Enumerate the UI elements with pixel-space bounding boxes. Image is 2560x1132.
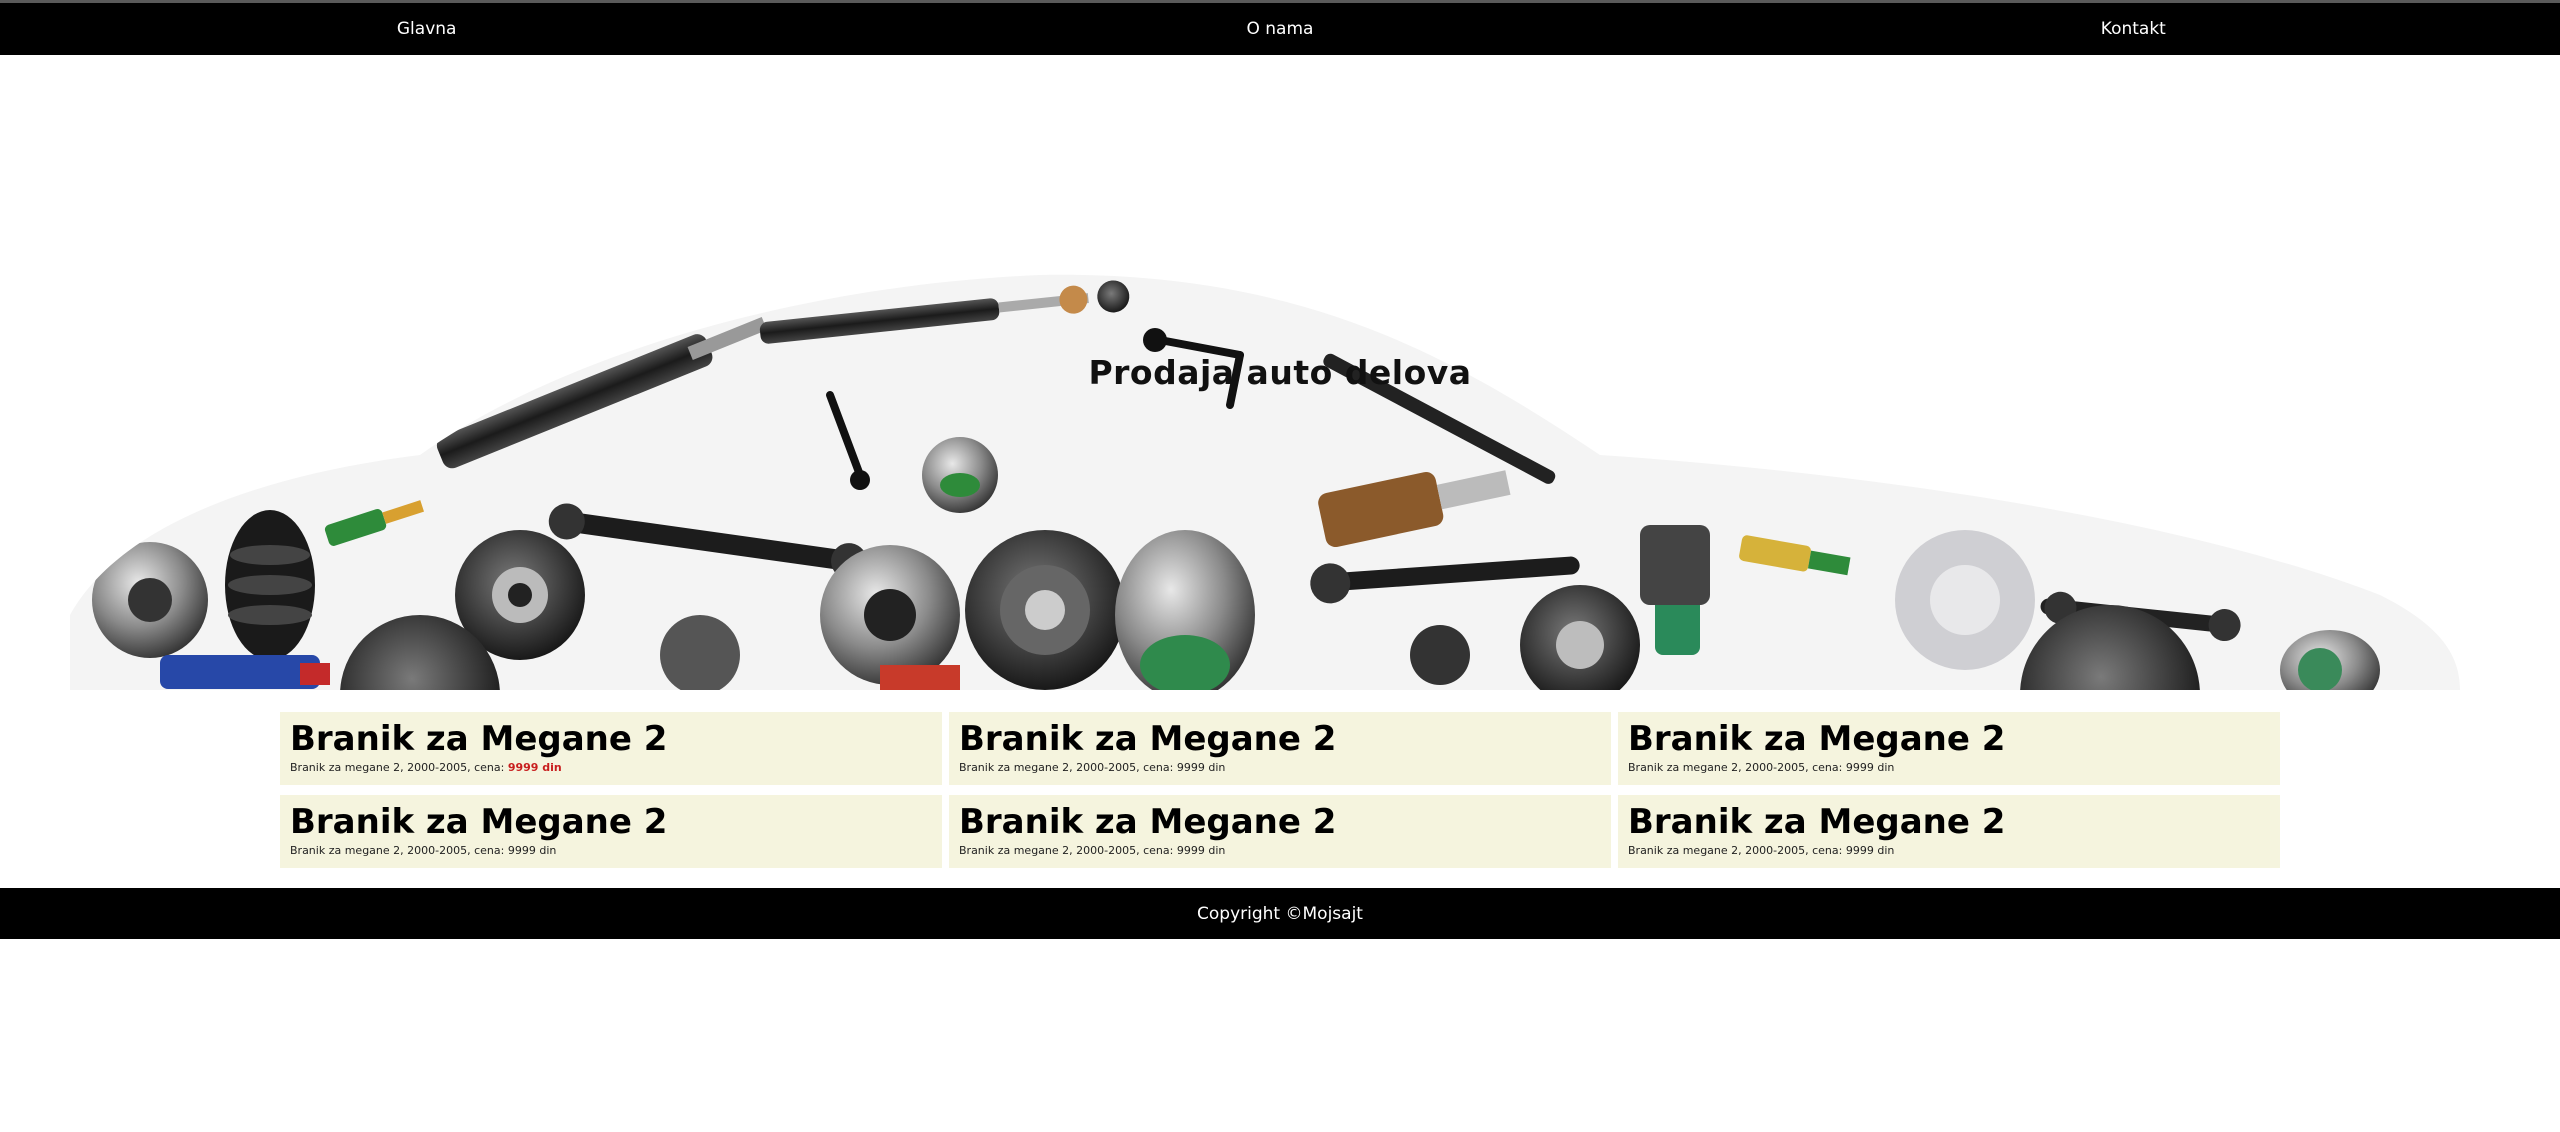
- product-description: Branik za megane 2, 2000-2005, cena: 999…: [959, 844, 1601, 857]
- product-price: 9999 din: [1176, 844, 1226, 857]
- product-description-text: Branik za megane 2, 2000-2005, cena:: [959, 844, 1177, 857]
- product-description: Branik za megane 2, 2000-2005, cena: 999…: [1628, 761, 2270, 774]
- product-price: 9999 din: [1176, 761, 1226, 774]
- product-description-text: Branik za megane 2, 2000-2005, cena:: [1628, 844, 1846, 857]
- product-title: Branik za Megane 2: [959, 719, 1337, 759]
- product-card[interactable]: Branik za Megane 2 Branik za megane 2, 20…: [1618, 712, 2280, 785]
- nav-link-kontakt[interactable]: Kontakt: [1707, 19, 2560, 39]
- product-description: Branik za megane 2, 2000-2005, cena: 999…: [290, 761, 932, 774]
- product-price: 9999 din: [1845, 761, 1895, 774]
- product-card[interactable]: Branik za Megane 2 Branik za megane 2, 20…: [949, 795, 1611, 868]
- product-title: Branik za Megane 2: [959, 802, 1337, 842]
- product-description-text: Branik za megane 2, 2000-2005, cena:: [959, 761, 1177, 774]
- product-price: 9999 din: [1845, 844, 1895, 857]
- footer: Copyright ©Mojsajt: [0, 888, 2560, 939]
- product-price: 9999 din: [507, 844, 557, 857]
- product-description: Branik za megane 2, 2000-2005, cena: 999…: [290, 844, 932, 857]
- product-description-text: Branik za megane 2, 2000-2005, cena:: [290, 844, 508, 857]
- product-description-text: Branik za megane 2, 2000-2005, cena:: [290, 761, 508, 774]
- nav-link-o-nama[interactable]: O nama: [853, 19, 1706, 39]
- hero-banner: Prodaja auto delova: [0, 55, 2560, 690]
- copyright-text: Copyright ©Mojsajt: [1197, 903, 1363, 924]
- product-description-text: Branik za megane 2, 2000-2005, cena:: [1628, 761, 1846, 774]
- main-navigation: Glavna O nama Kontakt: [0, 3, 2560, 55]
- product-card[interactable]: Branik za Megane 2 Branik za megane 2, 20…: [1618, 795, 2280, 868]
- product-title: Branik za Megane 2: [290, 719, 668, 759]
- product-card[interactable]: Branik za Megane 2 Branik za megane 2, 20…: [949, 712, 1611, 785]
- product-description: Branik za megane 2, 2000-2005, cena: 999…: [959, 761, 1601, 774]
- product-card[interactable]: Branik za Megane 2 Branik za megane 2, 20…: [280, 712, 942, 785]
- product-title: Branik za Megane 2: [290, 802, 668, 842]
- product-grid: Branik za Megane 2 Branik za megane 2, 20…: [280, 712, 2280, 868]
- hero-title: Prodaja auto delova: [1088, 353, 1472, 392]
- product-title: Branik za Megane 2: [1628, 719, 2006, 759]
- product-price: 9999 din: [507, 761, 562, 774]
- product-title: Branik za Megane 2: [1628, 802, 2006, 842]
- product-card[interactable]: Branik za Megane 2 Branik za megane 2, 20…: [280, 795, 942, 868]
- product-description: Branik za megane 2, 2000-2005, cena: 999…: [1628, 844, 2270, 857]
- nav-link-glavna[interactable]: Glavna: [0, 19, 853, 39]
